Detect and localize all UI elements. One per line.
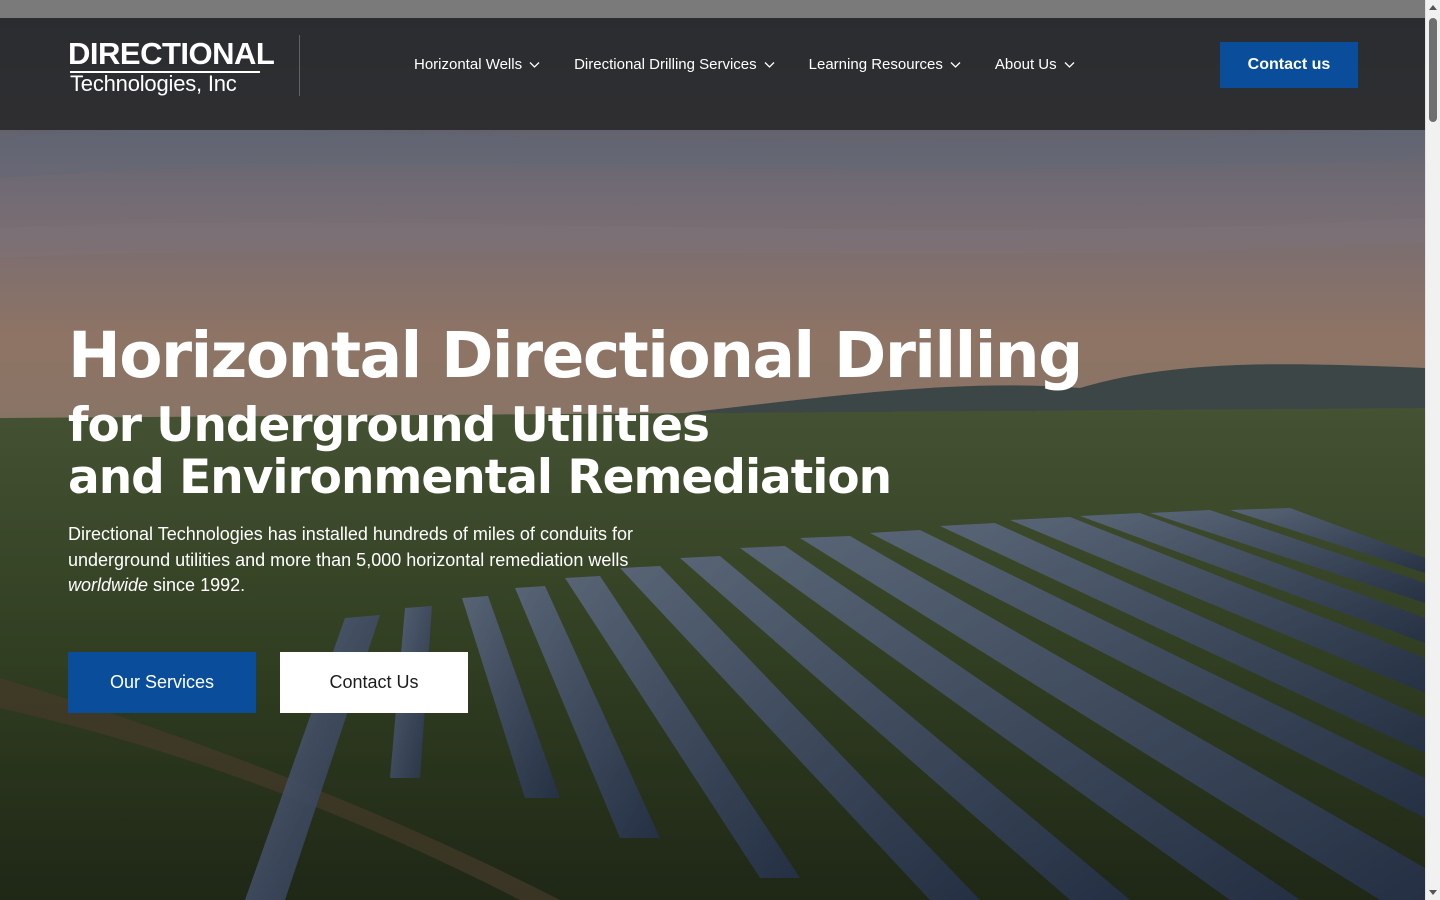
nav-item-about-us[interactable]: About Us — [995, 54, 1075, 74]
chevron-down-icon — [1064, 61, 1075, 68]
company-logo[interactable]: DIRECTIONAL Technologies, Inc — [68, 38, 275, 98]
contact-us-button[interactable]: Contact Us — [280, 652, 468, 713]
nav-item-label: Directional Drilling Services — [574, 55, 757, 73]
hero-description-emphasis: worldwide — [68, 575, 149, 595]
nav-item-label: Horizontal Wells — [414, 55, 523, 73]
nav-item-learning-resources[interactable]: Learning Resources — [809, 54, 961, 74]
main-nav: Horizontal Wells Directional Drilling Se… — [414, 54, 1075, 74]
contact-us-header-button[interactable]: Contact us — [1220, 42, 1358, 88]
hero-content: Horizontal Directional Drilling for Unde… — [68, 316, 1083, 599]
hero-description-text: Directional Technologies has installed h… — [68, 524, 633, 570]
nav-item-directional-drilling-services[interactable]: Directional Drilling Services — [574, 54, 775, 74]
hero-subtitle: for Underground Utilities and Environmen… — [68, 400, 1082, 504]
nav-item-label: About Us — [994, 55, 1057, 73]
browser-top-strip — [0, 0, 1425, 18]
our-services-button[interactable]: Our Services — [68, 652, 256, 713]
site-header: DIRECTIONAL Technologies, Inc Horizontal… — [0, 18, 1425, 130]
chevron-down-icon — [764, 61, 775, 68]
nav-item-label: Learning Resources — [808, 55, 943, 73]
nav-item-horizontal-wells[interactable]: Horizontal Wells — [414, 54, 540, 74]
hero-description: Directional Technologies has installed h… — [68, 522, 708, 599]
hero-subtitle-line1: for Underground Utilities — [68, 398, 710, 453]
logo-line1: DIRECTIONAL — [68, 36, 275, 71]
hero-subtitle-line2: and Environmental Remediation — [68, 450, 892, 505]
logo-line2: Technologies, Inc — [70, 71, 237, 96]
chevron-down-icon — [950, 61, 961, 68]
page-scrollbar[interactable] — [1425, 0, 1440, 900]
scroll-down-arrow-icon[interactable] — [1429, 890, 1437, 895]
hero-description-end: since 1992. — [148, 575, 246, 595]
scrollbar-thumb[interactable] — [1429, 18, 1437, 122]
header-divider — [299, 35, 300, 96]
hero-title: Horizontal Directional Drilling — [68, 319, 1083, 392]
scroll-up-arrow-icon[interactable] — [1429, 5, 1437, 10]
chevron-down-icon — [529, 61, 540, 68]
hero-cta-row: Our Services Contact Us — [68, 652, 468, 713]
